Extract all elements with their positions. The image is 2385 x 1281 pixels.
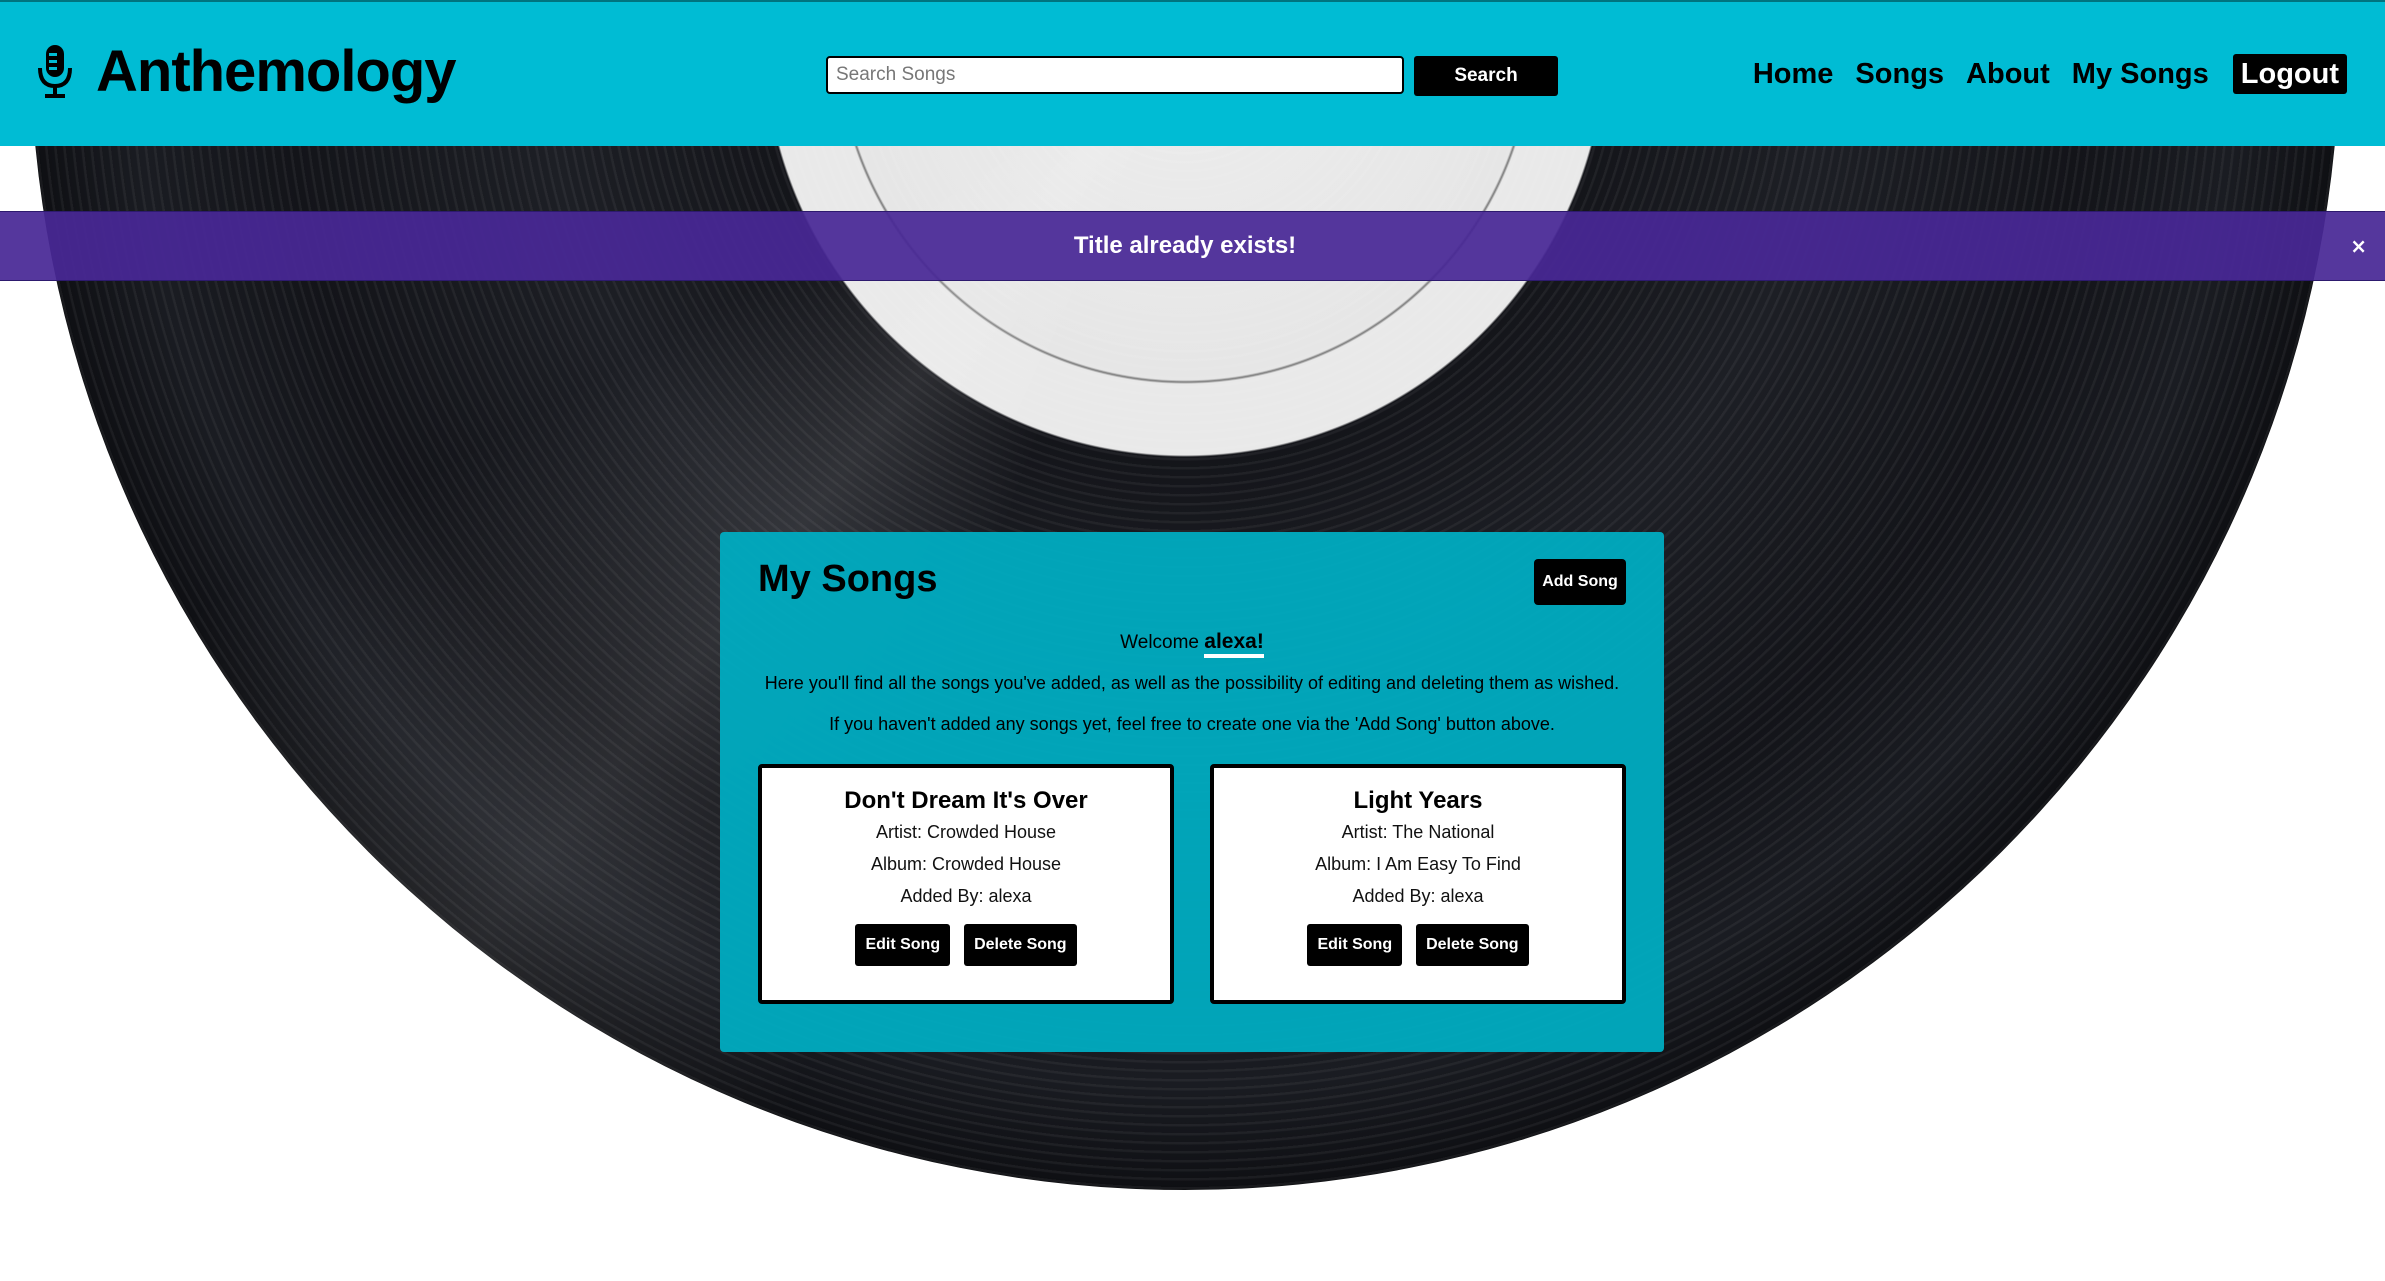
top-header: Anthemology Search Home Songs About My S… [0,0,2385,146]
add-song-button[interactable]: Add Song [1534,559,1626,605]
search-button[interactable]: Search [1414,56,1558,96]
brand[interactable]: Anthemology [36,39,457,104]
welcome-message: Welcome alexa! [720,624,1664,661]
nav-logout[interactable]: Logout [2232,54,2347,94]
song-card: Don't Dream It's Over Artist: Crowded Ho… [758,764,1174,1004]
close-icon[interactable]: × [2350,212,2367,280]
welcome-prefix: Welcome [1120,632,1199,653]
song-title: Light Years [1353,787,1483,814]
welcome-username: alexa! [1204,630,1264,658]
page: Anthemology Search Home Songs About My S… [0,0,2385,1281]
search-input[interactable] [826,56,1404,94]
nav-songs[interactable]: Songs [1855,54,1944,94]
song-title: Don't Dream It's Over [844,787,1088,814]
intro-hint-text: If you haven't added any songs yet, feel… [829,714,1555,734]
song-album: Album: Crowded House [870,854,1062,874]
song-actions: Edit Song Delete Song [762,924,1170,966]
nav-home[interactable]: Home [1753,54,1834,94]
brand-name: Anthemology [96,39,457,104]
delete-song-button[interactable]: Delete Song [1416,924,1529,966]
delete-song-button[interactable]: Delete Song [964,924,1077,966]
page-title: My Songs [758,558,938,600]
nav-my-songs[interactable]: My Songs [2072,54,2209,94]
song-artist: Artist: The National [1341,822,1495,842]
intro-text: Here you'll find all the songs you've ad… [764,673,1620,693]
my-songs-panel: My Songs Add Song Welcome alexa! Here yo… [720,532,1664,1052]
song-added-by: Added By: alexa [900,886,1032,906]
edit-song-button[interactable]: Edit Song [855,924,951,966]
nav-about[interactable]: About [1966,54,2050,94]
song-added-by: Added By: alexa [1352,886,1484,906]
microphone-icon [38,45,72,98]
song-album: Album: I Am Easy To Find [1315,854,1521,874]
song-artist: Artist: Crowded House [875,822,1057,842]
song-actions: Edit Song Delete Song [1214,924,1622,966]
edit-song-button[interactable]: Edit Song [1307,924,1403,966]
main-nav: Home Songs About My Songs Logout [1731,54,2347,94]
alert-message: Title already exists! [1073,232,1297,259]
flash-alert: Title already exists! × [0,211,2385,281]
song-card: Light Years Artist: The National Album: … [1210,764,1626,1004]
